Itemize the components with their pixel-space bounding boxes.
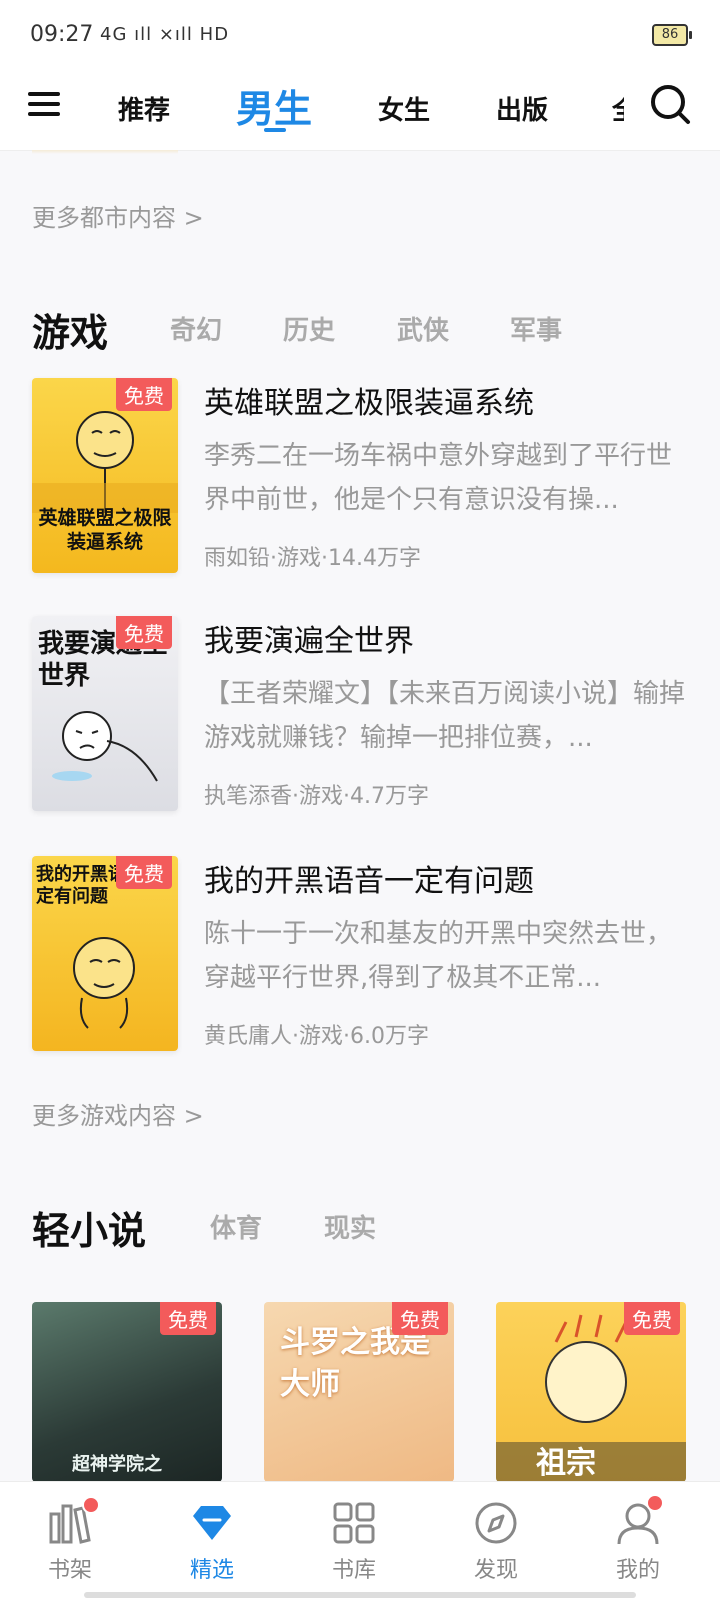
compass-icon: [475, 1502, 517, 1544]
nav-label: 书架: [47, 1558, 92, 1583]
bottom-nav: 书架 精选 书库 发现 我的: [0, 1481, 720, 1600]
book-title[interactable]: 英雄联盟之极限装逼系统: [204, 378, 534, 422]
book-title[interactable]: 我的开黑语音一定有问题: [204, 856, 534, 900]
free-badge: 免费: [116, 378, 172, 411]
diamond-icon: [193, 1506, 231, 1540]
top-nav: 推荐 男生 女生 出版 全: [0, 70, 720, 151]
status-bar: 09:27 4G ıll ×ıll HD 86: [0, 0, 720, 70]
status-time: 09:27: [30, 22, 94, 47]
tab-publish[interactable]: 出版: [496, 90, 548, 127]
nav-featured[interactable]: 精选: [162, 1500, 262, 1584]
book-meta: 雨如铅·游戏·14.4万字: [204, 546, 421, 571]
section-title-game: 游戏: [32, 310, 109, 355]
nav-library[interactable]: 书库: [304, 1500, 404, 1584]
free-badge: 免费: [116, 856, 172, 889]
tab-female[interactable]: 女生: [378, 90, 430, 127]
subtab-wuxia[interactable]: 武侠: [397, 310, 449, 347]
nav-profile[interactable]: 我的: [588, 1494, 688, 1584]
more-urban-link[interactable]: 更多都市内容 >: [32, 198, 204, 233]
free-badge: 免费: [116, 616, 172, 649]
free-badge: 免费: [624, 1302, 680, 1335]
book-item[interactable]: 英雄联盟之极限装逼系统 免费 英雄联盟之极限装逼系统 李秀二在一场车祸中意外穿越…: [32, 378, 692, 578]
subtab-history[interactable]: 历史: [283, 310, 335, 347]
free-badge: 免费: [392, 1302, 448, 1335]
book-title[interactable]: 我要演遍全世界: [204, 616, 414, 660]
book-description: 【王者荣耀文】【未来百万阅读小说】输掉游戏就赚钱？输掉一把排位赛，...: [204, 679, 686, 753]
subtab-reality[interactable]: 现实: [324, 1208, 376, 1245]
nav-discover[interactable]: 发现: [446, 1500, 546, 1584]
menu-icon[interactable]: [28, 86, 60, 122]
section-title-light-novel: 轻小说: [32, 1208, 147, 1253]
nav-bookshelf[interactable]: 书架: [20, 1496, 120, 1584]
grid-icon: [333, 1502, 375, 1544]
notification-dot: [82, 1496, 100, 1514]
book-description: 李秀二在一场车祸中意外穿越到了平行世界中前世，他是个只有意识没有操...: [204, 441, 673, 515]
book-cover[interactable]: 我的开黑语音一定有问题 免费: [32, 856, 178, 1051]
nav-label: 我的: [615, 1558, 660, 1583]
tab-male[interactable]: 男生: [236, 78, 312, 133]
tab-partial[interactable]: 全: [612, 90, 624, 127]
more-game-link[interactable]: 更多游戏内容 >: [32, 1096, 204, 1131]
cover-title: 祖宗: [536, 1446, 596, 1481]
battery-icon: 86: [652, 24, 692, 46]
subtab-military[interactable]: 军事: [510, 310, 562, 347]
active-tab-indicator: [264, 128, 286, 132]
light-book-cover[interactable]: 祖宗 免费: [496, 1302, 686, 1482]
free-badge: 免费: [160, 1302, 216, 1335]
book-item[interactable]: 我的开黑语音一定有问题 免费 我的开黑语音一定有问题 陈十一于一次和基友的开黑中…: [32, 856, 692, 1056]
tab-recommend[interactable]: 推荐: [118, 90, 170, 127]
cover-title: 超神学院之: [72, 1454, 162, 1475]
light-book-cover[interactable]: 超神学院之 免费: [32, 1302, 222, 1482]
home-indicator: [84, 1592, 636, 1598]
prev-cover-edge: [32, 150, 178, 154]
subtab-fantasy[interactable]: 奇幻: [170, 310, 222, 347]
notification-dot: [646, 1494, 664, 1512]
book-description: 陈十一于一次和基友的开黑中突然去世，穿越平行世界,得到了极其不正常...: [204, 919, 673, 993]
nav-label: 书库: [331, 1558, 376, 1583]
book-meta: 执笔添香·游戏·4.7万字: [204, 784, 429, 809]
nav-label: 发现: [473, 1558, 518, 1583]
book-meta: 黄氏庸人·游戏·6.0万字: [204, 1024, 429, 1049]
nav-label: 精选: [189, 1558, 234, 1583]
search-icon[interactable]: [648, 82, 692, 126]
subtab-sports[interactable]: 体育: [210, 1208, 262, 1245]
book-cover[interactable]: 我要演遍全世界 免费: [32, 616, 178, 811]
light-book-cover[interactable]: 斗罗之我是大师 免费: [264, 1302, 454, 1482]
book-item[interactable]: 我要演遍全世界 免费 我要演遍全世界 【王者荣耀文】【未来百万阅读小说】输掉游戏…: [32, 616, 692, 816]
cover-title: 英雄联盟之极限装逼系统: [38, 507, 172, 553]
book-cover[interactable]: 英雄联盟之极限装逼系统 免费: [32, 378, 178, 573]
signal-icon: 4G ıll ×ıll HD: [100, 24, 230, 45]
